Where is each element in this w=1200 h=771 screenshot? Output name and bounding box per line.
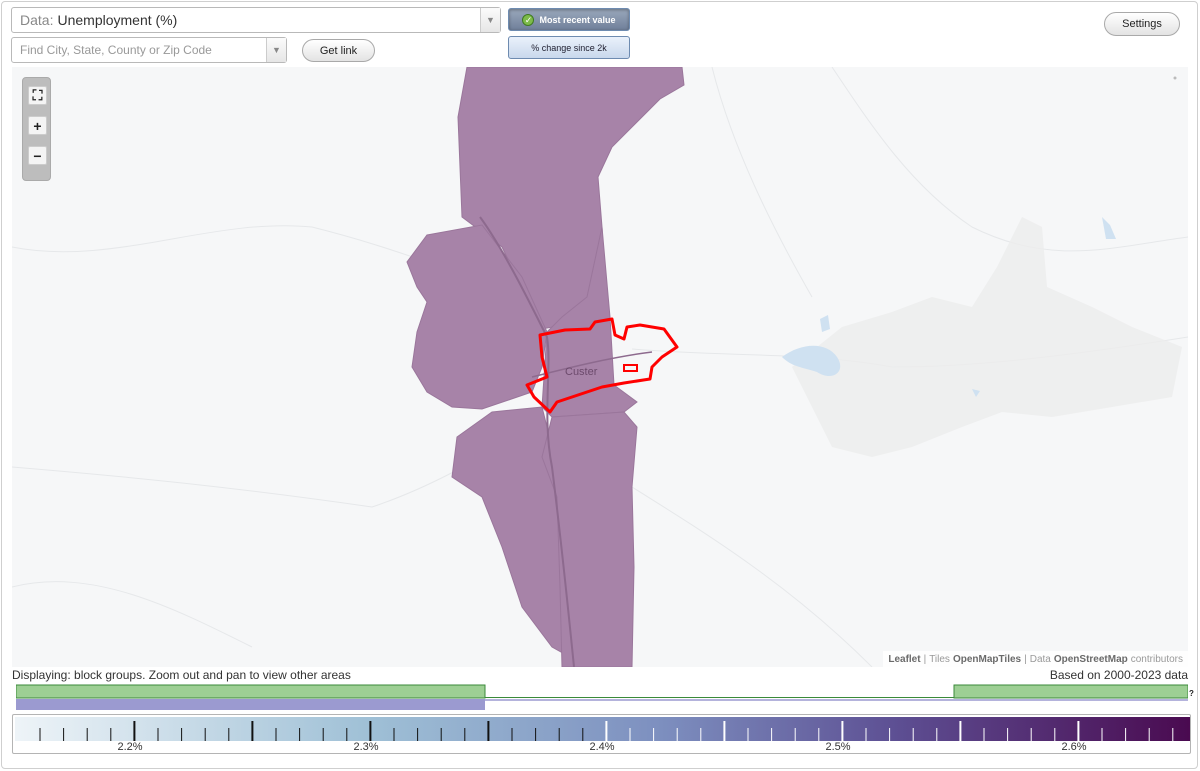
road-line	[631, 486, 873, 667]
legend-label: 2.5%	[825, 741, 851, 753]
place-label: Custer	[565, 366, 598, 378]
forest-area	[792, 217, 1182, 457]
histogram[interactable]	[16, 684, 1188, 712]
display-status: Displaying: block groups. Zoom out and p…	[12, 668, 351, 682]
most-recent-value-toggle[interactable]: ✓ Most recent value	[508, 8, 630, 31]
histogram-green-right	[953, 684, 1188, 699]
histogram-purple	[16, 699, 485, 710]
location-search[interactable]: ▼	[11, 37, 287, 63]
data-prefix: Data	[1029, 653, 1051, 665]
map-view[interactable]: ⛶ + − Custer Leaflet | Tiles OpenMapTile…	[12, 67, 1188, 667]
chevron-down-icon[interactable]: ▼	[266, 38, 286, 62]
road-line	[12, 225, 443, 268]
data-select[interactable]: Data: Unemployment (%) ▼	[11, 7, 501, 33]
legend-label: 2.4%	[589, 741, 615, 753]
plus-icon[interactable]: +	[28, 116, 47, 135]
search-input[interactable]	[12, 39, 262, 61]
attribution-separator: |	[1024, 653, 1027, 665]
data-range-note: Based on 2000-2023 data	[1049, 668, 1188, 682]
openmaptiles-link[interactable]: OpenMapTiles	[953, 654, 1021, 665]
lake-shape	[1102, 217, 1116, 239]
legend-label: 2.6%	[1061, 741, 1087, 753]
histogram-help-icon[interactable]: ?	[1189, 689, 1194, 698]
tiles-prefix: Tiles	[929, 653, 950, 665]
attribution-separator: |	[923, 653, 927, 665]
data-select-value: Unemployment (%)	[57, 12, 178, 28]
custer-inner-boundary	[623, 364, 638, 372]
color-legend[interactable]: 2.2% 2.3% 2.4% 2.5% 2.6%	[12, 714, 1191, 754]
get-link-button[interactable]: Get link	[302, 39, 375, 62]
map-dot	[1173, 76, 1177, 80]
data-suffix: contributors	[1130, 653, 1183, 665]
minus-icon[interactable]: −	[28, 146, 47, 165]
histogram-green-left	[16, 684, 486, 699]
most-recent-value-label: Most recent value	[539, 14, 616, 25]
legend-label: 2.3%	[353, 741, 379, 753]
leaflet-link[interactable]: Leaflet	[888, 654, 920, 665]
legend-label: 2.2%	[117, 741, 143, 753]
legend-gradient-bar	[15, 717, 1190, 741]
settings-button[interactable]: Settings	[1104, 12, 1180, 36]
map-canvas	[12, 67, 1188, 667]
data-select-label: Data:	[20, 12, 54, 28]
map-attribution: Leaflet | Tiles OpenMapTiles | Data Open…	[883, 651, 1188, 667]
percent-change-toggle[interactable]: % change since 2k	[508, 36, 630, 59]
openstreetmap-link[interactable]: OpenStreetMap	[1054, 654, 1128, 665]
lake-shape	[820, 315, 830, 332]
road-line	[12, 581, 253, 648]
road-line	[831, 67, 1188, 252]
zoom-control: ⛶ + −	[22, 77, 51, 181]
chevron-down-icon[interactable]: ▼	[480, 8, 500, 32]
road-line	[711, 67, 813, 298]
check-icon: ✓	[522, 13, 535, 26]
fullscreen-icon[interactable]: ⛶	[28, 86, 47, 105]
